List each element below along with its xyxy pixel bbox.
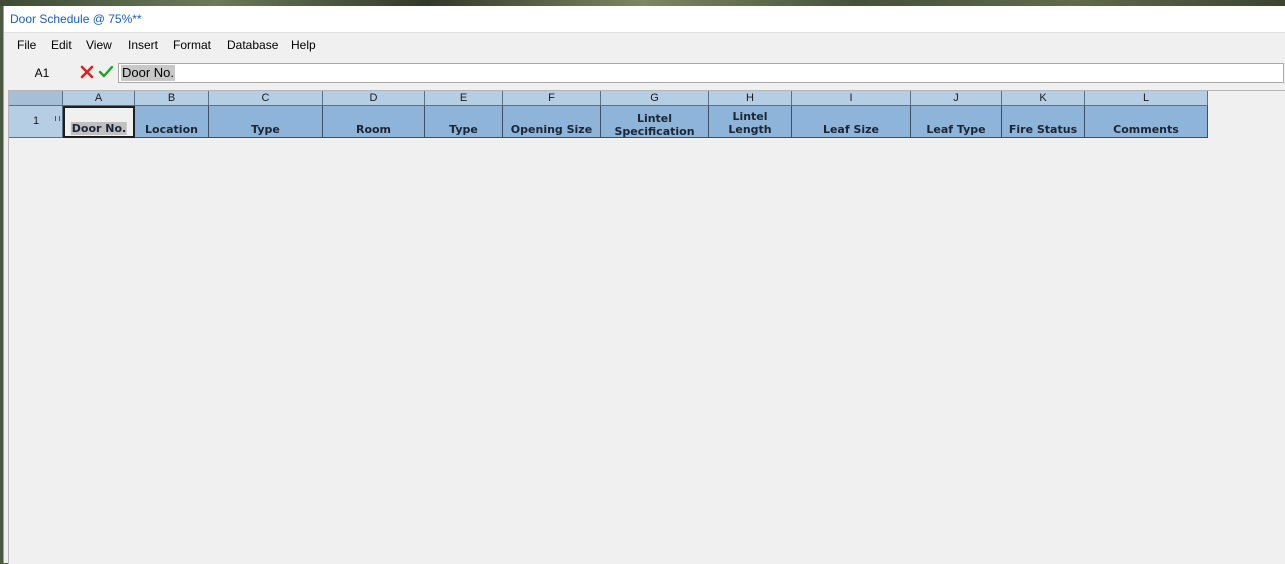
cell-b1-text: Location xyxy=(145,123,198,136)
cell-reference-box[interactable]: A1 xyxy=(22,66,62,80)
menu-bar: File Edit View Insert Format Database He… xyxy=(4,32,1285,57)
column-header-e[interactable]: E xyxy=(425,91,503,106)
menu-format[interactable]: Format xyxy=(173,38,211,52)
cell-a1-text: Door No. xyxy=(70,122,128,135)
row-header-1[interactable]: 1 xyxy=(9,106,63,138)
confirm-edit-button[interactable] xyxy=(97,63,115,81)
column-header-a[interactable]: A xyxy=(63,91,135,106)
cell-e1[interactable]: Type xyxy=(425,106,503,138)
column-header-h[interactable]: H xyxy=(709,91,792,106)
cell-f1-text: Opening Size xyxy=(510,123,593,136)
select-all-corner[interactable] xyxy=(9,91,63,106)
cell-h1[interactable]: Lintel Length xyxy=(709,106,792,138)
column-header-c[interactable]: C xyxy=(209,91,323,106)
window-title: Door Schedule @ 75%** xyxy=(10,12,142,26)
checkmark-icon xyxy=(98,65,114,78)
cancel-edit-button[interactable] xyxy=(78,63,96,81)
menu-database[interactable]: Database xyxy=(227,38,278,52)
menu-insert[interactable]: Insert xyxy=(128,38,158,52)
cell-d1-text: Room xyxy=(355,123,392,136)
column-header-f[interactable]: F xyxy=(503,91,601,106)
menu-file[interactable]: File xyxy=(17,38,36,52)
formula-bar: A1 Door No. xyxy=(4,58,1285,88)
cell-i1[interactable]: Leaf Size xyxy=(792,106,911,138)
column-header-l[interactable]: L xyxy=(1085,91,1208,106)
cell-g1-text: Lintel Specification xyxy=(614,112,695,138)
cell-h1-text: Lintel Length xyxy=(728,110,772,136)
cell-c1-text: Type xyxy=(251,123,280,136)
cell-e1-text: Type xyxy=(449,123,478,136)
column-header-b[interactable]: B xyxy=(135,91,209,106)
cell-b1[interactable]: Location xyxy=(135,106,209,138)
spreadsheet-window: Door Schedule @ 75%** File Edit View Ins… xyxy=(3,6,1285,564)
cell-c1[interactable]: Type xyxy=(209,106,323,138)
cell-a1[interactable]: Door No. xyxy=(63,106,135,138)
cell-l1[interactable]: Comments xyxy=(1085,106,1208,138)
cell-g1[interactable]: Lintel Specification xyxy=(601,106,709,138)
cell-i1-text: Leaf Size xyxy=(822,123,880,136)
close-icon xyxy=(80,65,94,79)
row-number: 1 xyxy=(33,115,40,127)
cell-j1[interactable]: Leaf Type xyxy=(911,106,1002,138)
cell-l1-text: Comments xyxy=(1113,123,1179,136)
cell-f1[interactable]: Opening Size xyxy=(503,106,601,138)
menu-help[interactable]: Help xyxy=(291,38,316,52)
column-header-d[interactable]: D xyxy=(323,91,425,106)
row-resize-grip-icon[interactable] xyxy=(55,116,60,121)
column-header-j[interactable]: J xyxy=(911,91,1002,106)
title-bar[interactable]: Door Schedule @ 75%** xyxy=(4,6,1285,32)
formula-input[interactable]: Door No. xyxy=(118,63,1284,83)
column-header-i[interactable]: I xyxy=(792,91,911,106)
cell-d1[interactable]: Room xyxy=(323,106,425,138)
column-header-k[interactable]: K xyxy=(1002,91,1085,106)
column-header-g[interactable]: G xyxy=(601,91,709,106)
formula-input-value: Door No. xyxy=(121,65,176,81)
cell-k1-text: Fire Status xyxy=(1008,123,1078,136)
menu-edit[interactable]: Edit xyxy=(51,38,72,52)
cell-j1-text: Leaf Type xyxy=(926,123,986,136)
spreadsheet-grid: A B C D E F G H I J K L 1 Door No. Locat… xyxy=(8,90,1285,564)
menu-view[interactable]: View xyxy=(86,38,112,52)
cell-k1[interactable]: Fire Status xyxy=(1002,106,1085,138)
